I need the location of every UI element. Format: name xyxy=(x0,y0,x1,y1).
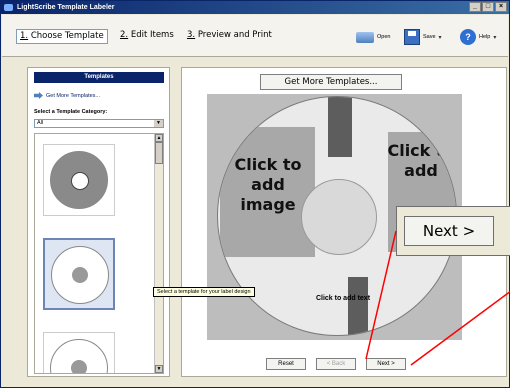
help-button[interactable]: ? Help ▾ xyxy=(460,28,496,46)
get-more-templates-link[interactable]: Get More Templates... xyxy=(34,92,100,99)
templates-header: Templates xyxy=(34,72,164,83)
image-prompt-right[interactable]: Click to add xyxy=(386,141,456,181)
folder-open-icon xyxy=(356,31,374,43)
arrow-right-icon xyxy=(34,92,43,99)
disc-thumbnail-image xyxy=(51,246,109,304)
category-select[interactable]: All ▼ xyxy=(34,119,164,128)
get-more-templates-button[interactable]: Get More Templates... xyxy=(260,74,402,90)
save-disk-icon xyxy=(404,29,420,45)
scroll-down-icon[interactable]: ▼ xyxy=(155,365,163,373)
tab-preview-print[interactable]: 3. Preview and Print xyxy=(187,29,272,44)
scroll-up-icon[interactable]: ▲ xyxy=(155,134,163,142)
image-prompt-left[interactable]: Click to add image xyxy=(223,155,313,215)
close-button[interactable]: × xyxy=(495,2,507,12)
app-window: LightScribe Template Labeler _ □ × 1. Ch… xyxy=(0,0,510,388)
scroll-thumb[interactable] xyxy=(155,142,163,164)
chevron-down-icon[interactable]: ▾ xyxy=(493,34,496,41)
disc-thumbnail-image xyxy=(50,151,108,209)
text-prompt-bottom[interactable]: Click to add text xyxy=(313,295,373,302)
template-thumbnail-selected[interactable] xyxy=(43,238,115,310)
template-thumbnail[interactable] xyxy=(43,144,115,216)
reset-button[interactable]: Reset xyxy=(266,358,306,370)
help-icon: ? xyxy=(460,29,476,45)
save-button[interactable]: Save ▾ xyxy=(404,28,442,46)
bottom-scrollbar[interactable] xyxy=(27,378,507,384)
zoom-callout: Next > xyxy=(396,206,510,256)
lightscribe-logo-icon xyxy=(4,4,13,11)
templates-panel: Templates Get More Templates... Select a… xyxy=(27,67,170,377)
category-label: Select a Template Category: xyxy=(34,109,108,115)
next-button[interactable]: Next > xyxy=(366,358,406,370)
toolbar: 1. Choose Template 2. Edit Items 3. Prev… xyxy=(2,15,508,57)
chevron-down-icon[interactable]: ▼ xyxy=(154,120,163,127)
torn-paper-decoration xyxy=(348,277,368,335)
template-list: ▲ ▼ xyxy=(34,133,164,374)
tab-edit-items[interactable]: 2. Edit Items xyxy=(120,29,174,44)
disc-thumbnail-image xyxy=(50,339,108,373)
window-title: LightScribe Template Labeler xyxy=(17,4,115,11)
maximize-button[interactable]: □ xyxy=(482,2,494,12)
chevron-down-icon[interactable]: ▾ xyxy=(439,34,442,41)
minimize-button[interactable]: _ xyxy=(469,2,481,12)
open-button[interactable]: Open xyxy=(356,28,390,46)
template-list-scrollbar[interactable]: ▲ ▼ xyxy=(154,134,163,373)
tooltip: Select a template for your label design xyxy=(153,287,255,297)
title-bar: LightScribe Template Labeler _ □ × xyxy=(1,1,509,14)
next-button-zoomed: Next > xyxy=(404,216,494,246)
torn-paper-decoration xyxy=(328,97,352,157)
tab-choose-template[interactable]: 1. Choose Template xyxy=(16,29,108,44)
template-thumbnail[interactable] xyxy=(43,332,115,373)
back-button[interactable]: < Back xyxy=(316,358,356,370)
